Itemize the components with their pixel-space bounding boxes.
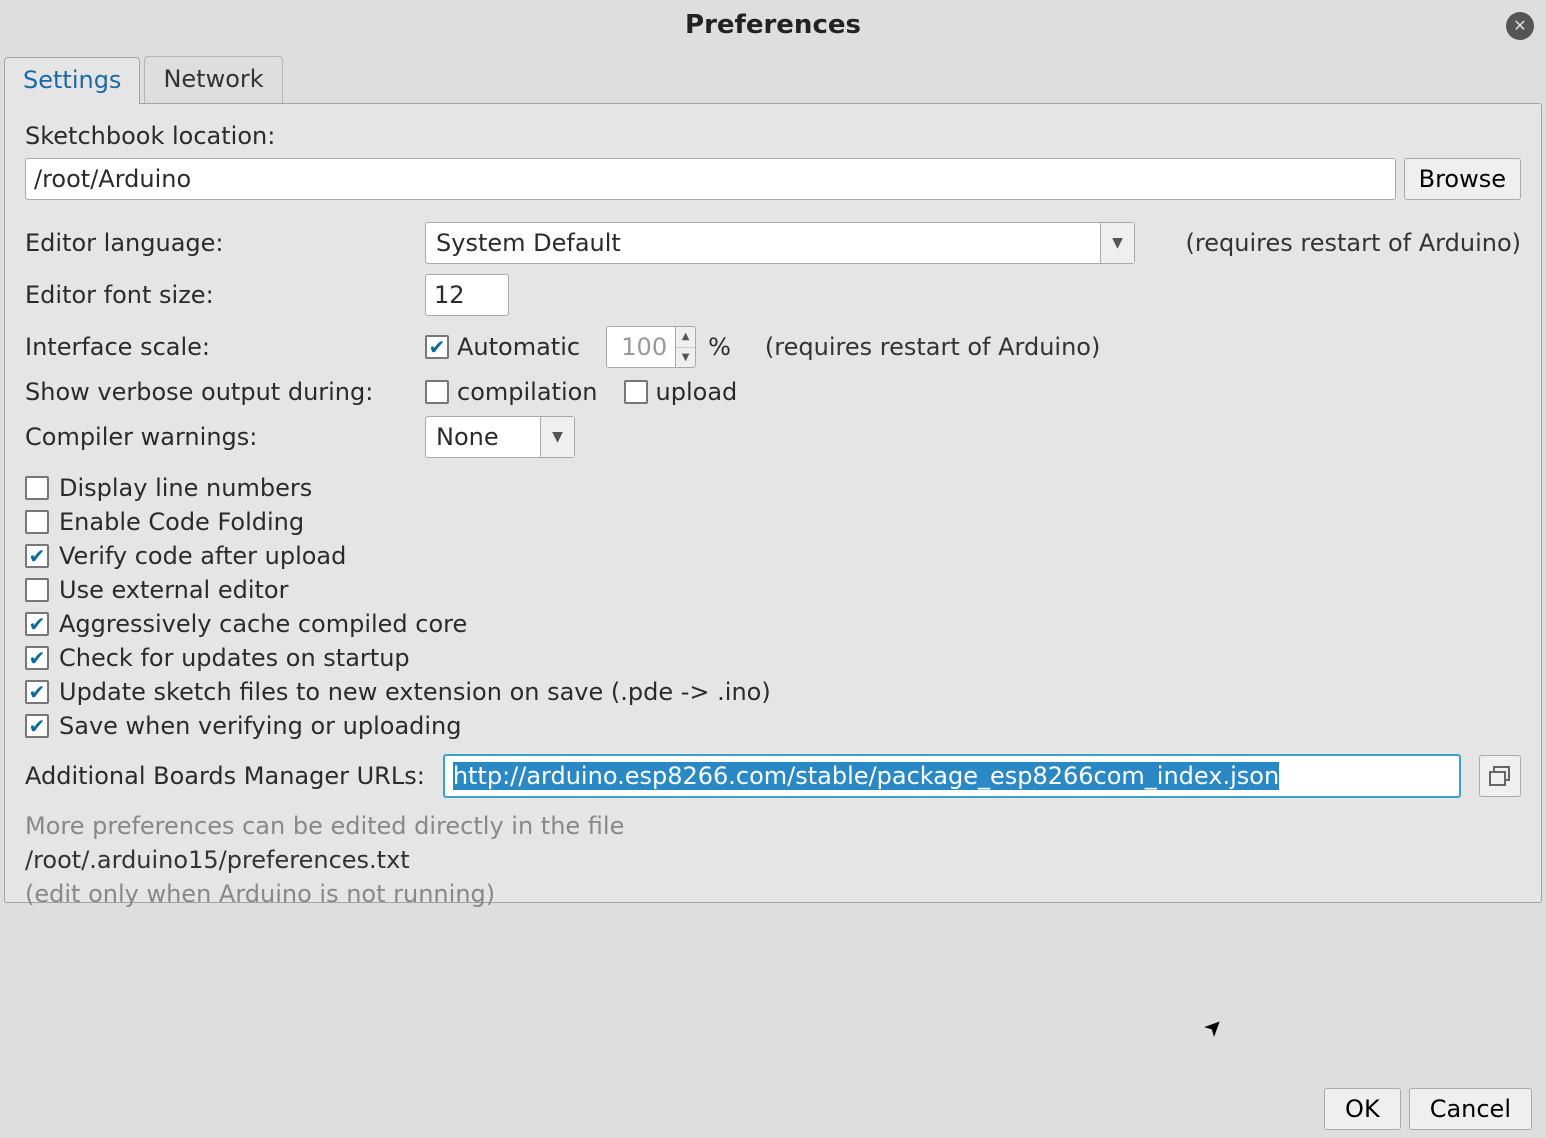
- external-editor-label: Use external editor: [59, 576, 288, 604]
- external-editor-checkbox[interactable]: [25, 578, 49, 602]
- boards-urls-value: http://arduino.esp8266.com/stable/packag…: [453, 762, 1279, 790]
- chevron-down-icon: ▼: [540, 417, 574, 457]
- spinner-up-icon[interactable]: ▲: [676, 327, 695, 348]
- scale-hint: (requires restart of Arduino): [765, 333, 1100, 361]
- compilation-label: compilation: [457, 378, 598, 406]
- boards-urls-expand-button[interactable]: [1479, 755, 1521, 797]
- compiler-warnings-label: Compiler warnings:: [25, 423, 417, 451]
- close-button[interactable]: ✕: [1506, 12, 1534, 40]
- footer-note-line1: More preferences can be edited directly …: [25, 812, 1521, 840]
- chevron-down-icon: ▼: [1100, 223, 1134, 263]
- verify-after-upload-checkbox[interactable]: [25, 544, 49, 568]
- automatic-label: Automatic: [457, 333, 580, 361]
- boards-urls-input[interactable]: http://arduino.esp8266.com/stable/packag…: [443, 754, 1461, 798]
- verbose-label: Show verbose output during:: [25, 378, 417, 406]
- footer-note-line2: (edit only when Arduino is not running): [25, 880, 1521, 908]
- font-size-input[interactable]: [425, 274, 509, 316]
- sketchbook-input[interactable]: [25, 158, 1396, 200]
- tab-settings[interactable]: Settings: [4, 57, 140, 104]
- preferences-window: Preferences ✕ Settings Network Sketchboo…: [0, 0, 1546, 1138]
- boards-urls-label: Additional Boards Manager URLs:: [25, 762, 425, 790]
- cache-core-label: Aggressively cache compiled core: [59, 610, 467, 638]
- close-icon: ✕: [1513, 18, 1526, 34]
- verify-after-upload-label: Verify code after upload: [59, 542, 346, 570]
- compiler-warnings-value: None: [426, 417, 540, 457]
- compiler-warnings-select[interactable]: None ▼: [425, 416, 575, 458]
- code-folding-label: Enable Code Folding: [59, 508, 304, 536]
- upload-label: upload: [656, 378, 738, 406]
- line-numbers-checkbox[interactable]: [25, 476, 49, 500]
- settings-panel: Sketchbook location: Browse Editor langu…: [4, 103, 1542, 903]
- browse-button[interactable]: Browse: [1404, 158, 1521, 200]
- interface-scale-label: Interface scale:: [25, 333, 417, 361]
- cancel-button[interactable]: Cancel: [1409, 1088, 1532, 1130]
- cache-core-checkbox[interactable]: [25, 612, 49, 636]
- check-updates-checkbox[interactable]: [25, 646, 49, 670]
- cursor-icon: ➤: [1199, 1012, 1230, 1043]
- dialog-buttons: OK Cancel: [1324, 1088, 1532, 1130]
- editor-language-value: System Default: [426, 223, 1100, 263]
- tab-network[interactable]: Network: [144, 56, 282, 103]
- window-icon: [1489, 766, 1511, 786]
- code-folding-checkbox[interactable]: [25, 510, 49, 534]
- scale-input[interactable]: [606, 326, 676, 368]
- update-ext-label: Update sketch files to new extension on …: [59, 678, 771, 706]
- upload-checkbox[interactable]: [624, 380, 648, 404]
- editor-language-hint: (requires restart of Arduino): [1186, 229, 1521, 257]
- percent-label: %: [708, 333, 731, 361]
- compilation-checkbox[interactable]: [425, 380, 449, 404]
- check-updates-label: Check for updates on startup: [59, 644, 410, 672]
- ok-button[interactable]: OK: [1324, 1088, 1401, 1130]
- editor-language-select[interactable]: System Default ▼: [425, 222, 1135, 264]
- preferences-file-path[interactable]: /root/.arduino15/preferences.txt: [25, 846, 1521, 874]
- sketchbook-label: Sketchbook location:: [25, 122, 1521, 150]
- save-on-verify-checkbox[interactable]: [25, 714, 49, 738]
- automatic-checkbox[interactable]: [425, 335, 449, 359]
- spinner-down-icon[interactable]: ▼: [676, 348, 695, 368]
- font-size-label: Editor font size:: [25, 281, 417, 309]
- editor-language-label: Editor language:: [25, 229, 417, 257]
- titlebar: Preferences ✕: [0, 0, 1546, 50]
- save-on-verify-label: Save when verifying or uploading: [59, 712, 462, 740]
- scale-spinner[interactable]: ▲ ▼: [606, 326, 696, 368]
- line-numbers-label: Display line numbers: [59, 474, 312, 502]
- tab-bar: Settings Network: [0, 56, 1546, 103]
- update-ext-checkbox[interactable]: [25, 680, 49, 704]
- window-title: Preferences: [685, 10, 861, 40]
